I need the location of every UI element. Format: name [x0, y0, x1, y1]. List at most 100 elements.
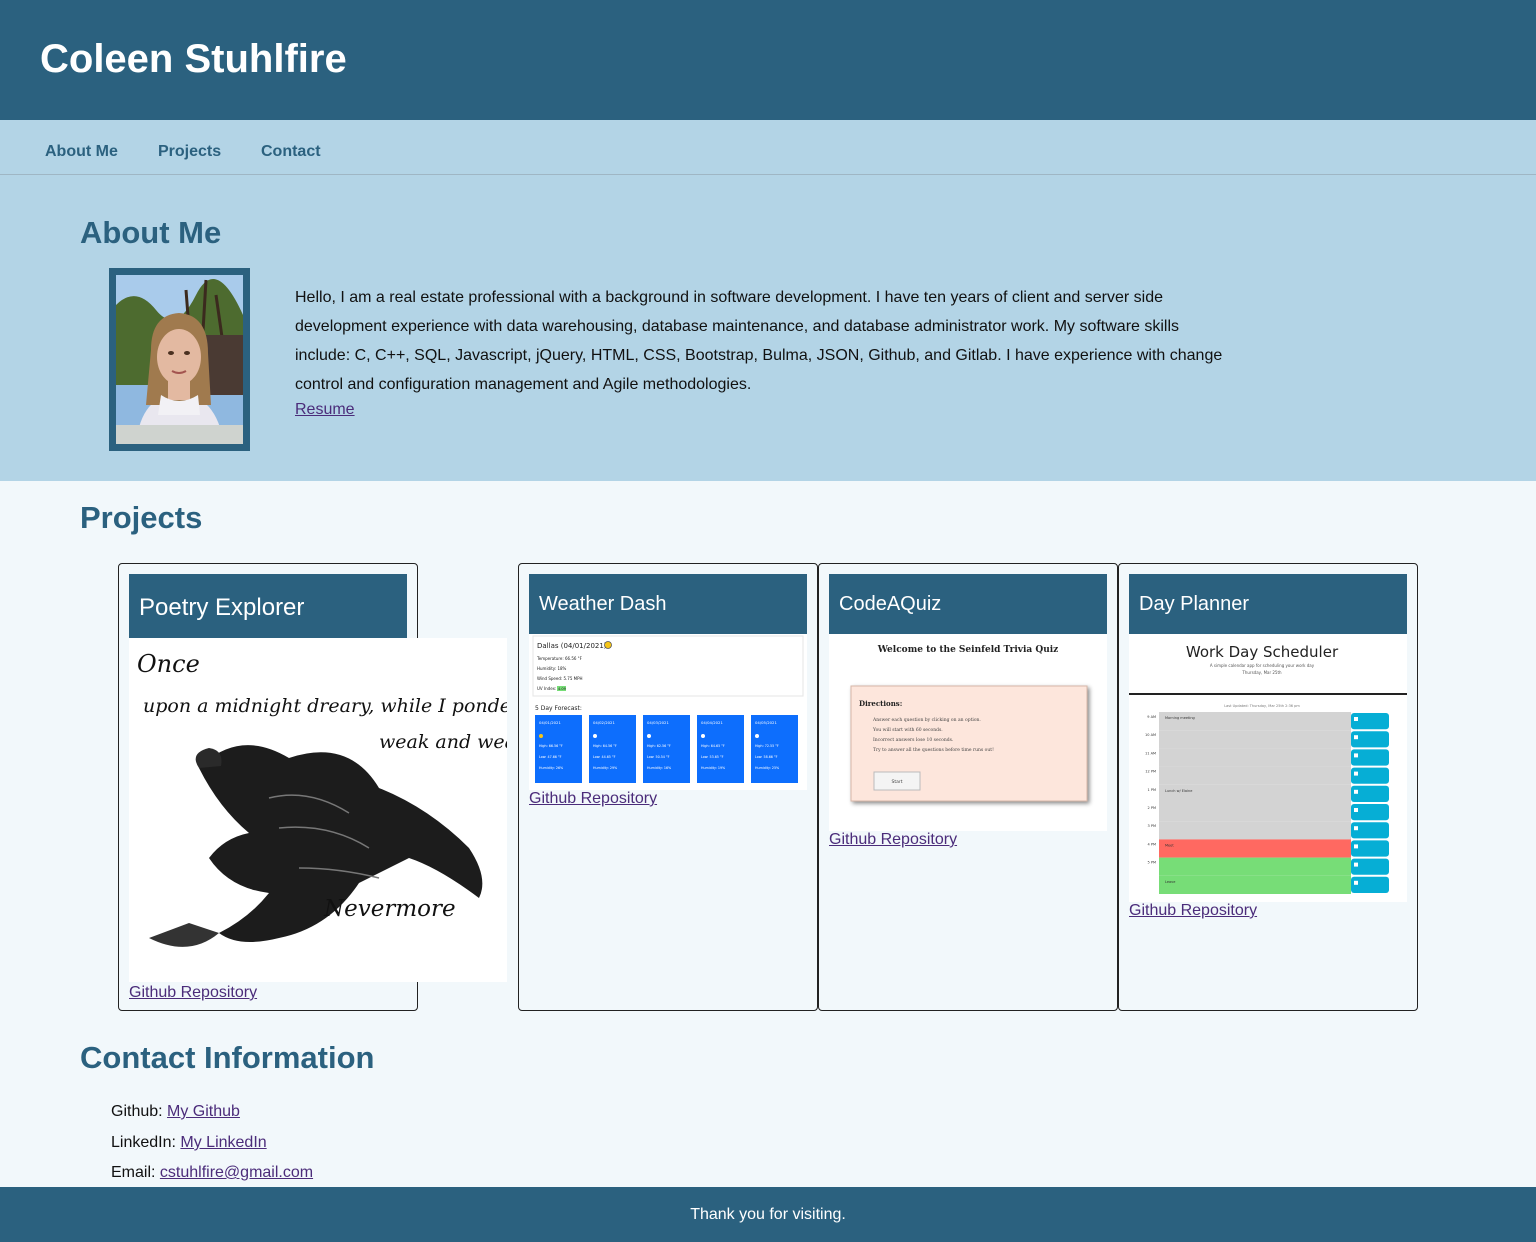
profile-photo-image [116, 275, 243, 444]
forecast-day-text: 04/02/2021 [593, 720, 615, 725]
nav-projects[interactable]: Projects [158, 143, 221, 161]
poetry-explorer-screenshot[interactable]: Once upon a midnight dreary, while I pon… [129, 638, 507, 982]
forecast-day-text: Low: 44.65 °F [593, 755, 616, 759]
forecast-day-text: Humidity: 25% [755, 766, 779, 770]
weather-uv-value: 4.09 [558, 687, 566, 691]
card-title: Weather Dash [539, 593, 667, 615]
weather-city: Dallas (04/01/2021) [537, 642, 607, 650]
save-icon [1354, 826, 1358, 831]
quiz-start-button: Start [892, 779, 903, 785]
planner-save-button [1351, 822, 1389, 839]
nav-contact[interactable]: Contact [261, 143, 321, 161]
planner-row [1159, 712, 1351, 731]
forecast-day-card [589, 715, 636, 783]
weather-icon [593, 734, 597, 738]
planner-save-button [1351, 731, 1389, 748]
planner-save-button [1351, 749, 1389, 766]
save-icon [1354, 789, 1358, 794]
day-planner-screenshot[interactable]: Work Day Scheduler A simple calendar app… [1129, 634, 1407, 902]
weather-uv: UV Index: [537, 686, 556, 691]
forecast-day-card [535, 715, 582, 783]
card-title: Poetry Explorer [139, 594, 305, 621]
forecast-day-text: Humidity: 16% [647, 766, 671, 770]
planner-updated: Last Updated: Thursday, Mar 25th 2:36 pm [1224, 704, 1300, 708]
contact-email: Email: cstuhlfire@gmail.com [111, 1164, 313, 1182]
planner-row [1159, 821, 1351, 840]
planner-hour-label: 12 PM [1145, 770, 1156, 774]
forecast-day-text: Low: 50.54 °F [647, 755, 670, 759]
save-icon [1354, 844, 1358, 849]
about-section: About Me Hello, I am a real estate profe… [0, 175, 1536, 481]
weather-icon [539, 734, 543, 738]
forecast-day-text: Low: 58.66 °F [755, 755, 778, 759]
project-card-poetry-explorer: Poetry Explorer Once upon a midnight dre… [118, 563, 507, 1011]
codeaquiz-screenshot[interactable]: Welcome to the Seinfeld Trivia Quiz Dire… [829, 634, 1107, 831]
forecast-day-text: High: 66.56 °F [539, 744, 563, 748]
planner-event-text: Lunch w/ Elaine [1165, 789, 1192, 793]
card-header: Weather Dash [529, 574, 807, 634]
github-link-weather-dash[interactable]: Github Repository [529, 790, 657, 808]
quiz-direction-line: Answer each question by clicking on an o… [872, 717, 981, 723]
planner-row [1159, 857, 1351, 876]
poem-line-2: upon a midnight dreary, while I pondered… [143, 695, 507, 717]
quiz-directions: Directions: [859, 699, 902, 708]
forecast-day-text: 04/04/2021 [701, 720, 723, 725]
forecast-day-card [643, 715, 690, 783]
forecast-day-text: Low: 53.65 °F [701, 755, 724, 759]
planner-subheading: A simple calendar app for scheduling you… [1210, 663, 1315, 668]
forecast-day-text: Low: 47.66 °F [539, 755, 562, 759]
weather-wind: Wind Speed: 5.75 MPH [537, 676, 583, 681]
planner-event-text: Morning meeting [1165, 716, 1195, 720]
save-icon [1354, 771, 1358, 776]
planner-save-button [1351, 858, 1389, 875]
forecast-day-text: Humidity: 19% [701, 766, 725, 770]
email-link[interactable]: cstuhlfire@gmail.com [160, 1164, 313, 1181]
site-header: Coleen Stuhlfire [0, 0, 1536, 120]
day-planner-preview: Work Day Scheduler A simple calendar app… [1129, 634, 1407, 902]
card-title: Day Planner [1139, 593, 1250, 615]
contact-email-label: Email: [111, 1164, 160, 1181]
contact-github-label: Github: [111, 1103, 168, 1120]
save-icon [1354, 735, 1358, 740]
github-profile-link[interactable]: My Github [167, 1103, 240, 1120]
save-icon [1354, 717, 1358, 721]
planner-hour-label: 10 AM [1145, 733, 1156, 737]
main-nav: About Me Projects Contact [0, 120, 1536, 175]
save-icon [1354, 880, 1358, 885]
forecast-day-text: High: 72.55 °F [755, 744, 779, 748]
about-bio: Hello, I am a real estate professional w… [295, 289, 1223, 393]
weather-icon [647, 734, 651, 738]
github-link-poetry-explorer[interactable]: Github Repository [129, 984, 257, 1002]
raven-illustration: Once upon a midnight dreary, while I pon… [129, 638, 507, 982]
planner-heading: Work Day Scheduler [1186, 643, 1339, 661]
linkedin-profile-link[interactable]: My LinkedIn [180, 1134, 266, 1151]
planner-hour-label: 4 PM [1148, 842, 1156, 846]
quiz-direction-line: You will start with 60 seconds. [872, 727, 943, 733]
planner-row [1159, 803, 1351, 822]
contact-linkedin: LinkedIn: My LinkedIn [111, 1134, 267, 1152]
resume-link[interactable]: Resume [295, 401, 355, 419]
footer-text: Thank you for visiting. [690, 1206, 846, 1223]
planner-hour-label: 1 PM [1148, 788, 1156, 792]
projects-title: Projects [80, 500, 203, 535]
project-card-codeaquiz: CodeAQuiz Welcome to the Seinfeld Trivia… [818, 563, 1118, 1011]
forecast-day-text: 04/03/2021 [647, 720, 669, 725]
forecast-day-text: High: 64.65 °F [701, 744, 725, 748]
save-icon [1354, 862, 1358, 867]
weather-dash-screenshot[interactable]: Dallas (04/01/2021) Temperature: 66.56 °… [529, 634, 807, 790]
site-footer: Thank you for visiting. [0, 1187, 1536, 1242]
github-link-codeaquiz[interactable]: Github Repository [829, 831, 957, 849]
planner-save-button [1351, 876, 1389, 893]
planner-hour-label: 3 PM [1148, 824, 1156, 828]
forecast-day-card [751, 715, 798, 783]
planner-row [1159, 839, 1351, 858]
planner-hour-label: 11 AM [1145, 751, 1156, 755]
github-link-day-planner[interactable]: Github Repository [1129, 902, 1257, 920]
quiz-heading: Welcome to the Seinfeld Trivia Quiz [877, 645, 1059, 655]
poem-line-4: Nevermore [323, 896, 456, 922]
forecast-day-text: Humidity: 26% [539, 766, 563, 770]
nav-about-me[interactable]: About Me [45, 143, 118, 161]
poem-line-1: Once [137, 650, 200, 678]
planner-date: Thursday, Mar 25th [1241, 670, 1282, 675]
contact-linkedin-label: LinkedIn: [111, 1134, 181, 1151]
